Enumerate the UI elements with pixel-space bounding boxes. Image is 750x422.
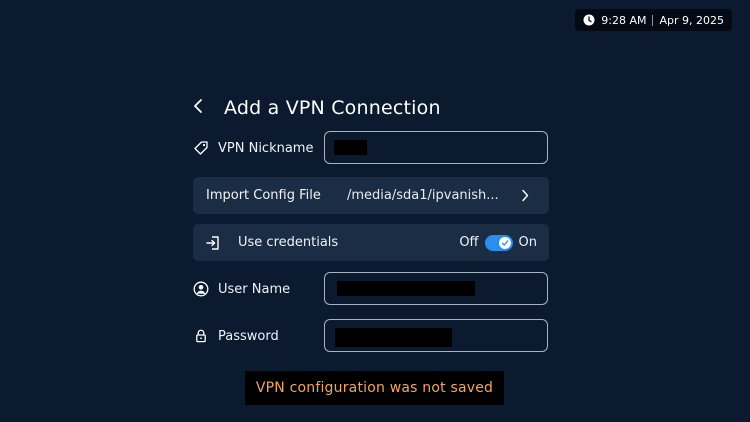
user-circle-icon [193,281,209,297]
status-divider [652,14,654,26]
redacted-user-name-value [337,281,475,296]
user-name-label-group: User Name [193,281,290,297]
use-credentials-row: Use credentials Off On [193,224,549,261]
status-date: Apr 9, 2025 [659,13,724,27]
redacted-nickname-value [334,140,367,155]
import-config-value: /media/sda1/ipvanish... [347,188,499,203]
redacted-password-value [335,328,452,347]
chevron-right-icon [517,189,533,202]
lock-icon [193,328,209,344]
chevron-left-icon [193,98,203,118]
sign-in-icon [204,234,222,252]
toggle-knob [498,236,511,249]
nickname-label: VPN Nickname [218,140,314,156]
use-credentials-toggle[interactable] [484,234,513,251]
user-name-input[interactable] [324,272,548,305]
status-time: 9:28 AM [601,13,647,27]
back-button[interactable] [193,94,213,122]
clock-icon [583,14,595,26]
password-label: Password [218,328,279,344]
check-icon [501,239,508,246]
nickname-label-group: VPN Nickname [193,140,313,156]
toast-message: VPN configuration was not saved [255,380,494,396]
import-config-row[interactable]: Import Config File /media/sda1/ipvanish.… [193,177,549,214]
nickname-input[interactable] [324,131,548,164]
status-clock: 9:28 AM Apr 9, 2025 [575,9,732,31]
password-label-group: Password [193,328,279,344]
toggle-off-label: Off [459,235,479,250]
import-config-label: Import Config File [206,188,321,203]
toggle-on-label: On [518,235,537,250]
password-input[interactable] [324,319,548,352]
user-name-label: User Name [218,281,291,297]
tag-icon [193,140,209,156]
page-title: Add a VPN Connection [224,97,441,119]
page-header: Add a VPN Connection [193,94,441,122]
error-toast: VPN configuration was not saved [245,371,504,405]
use-credentials-label: Use credentials [238,235,339,250]
